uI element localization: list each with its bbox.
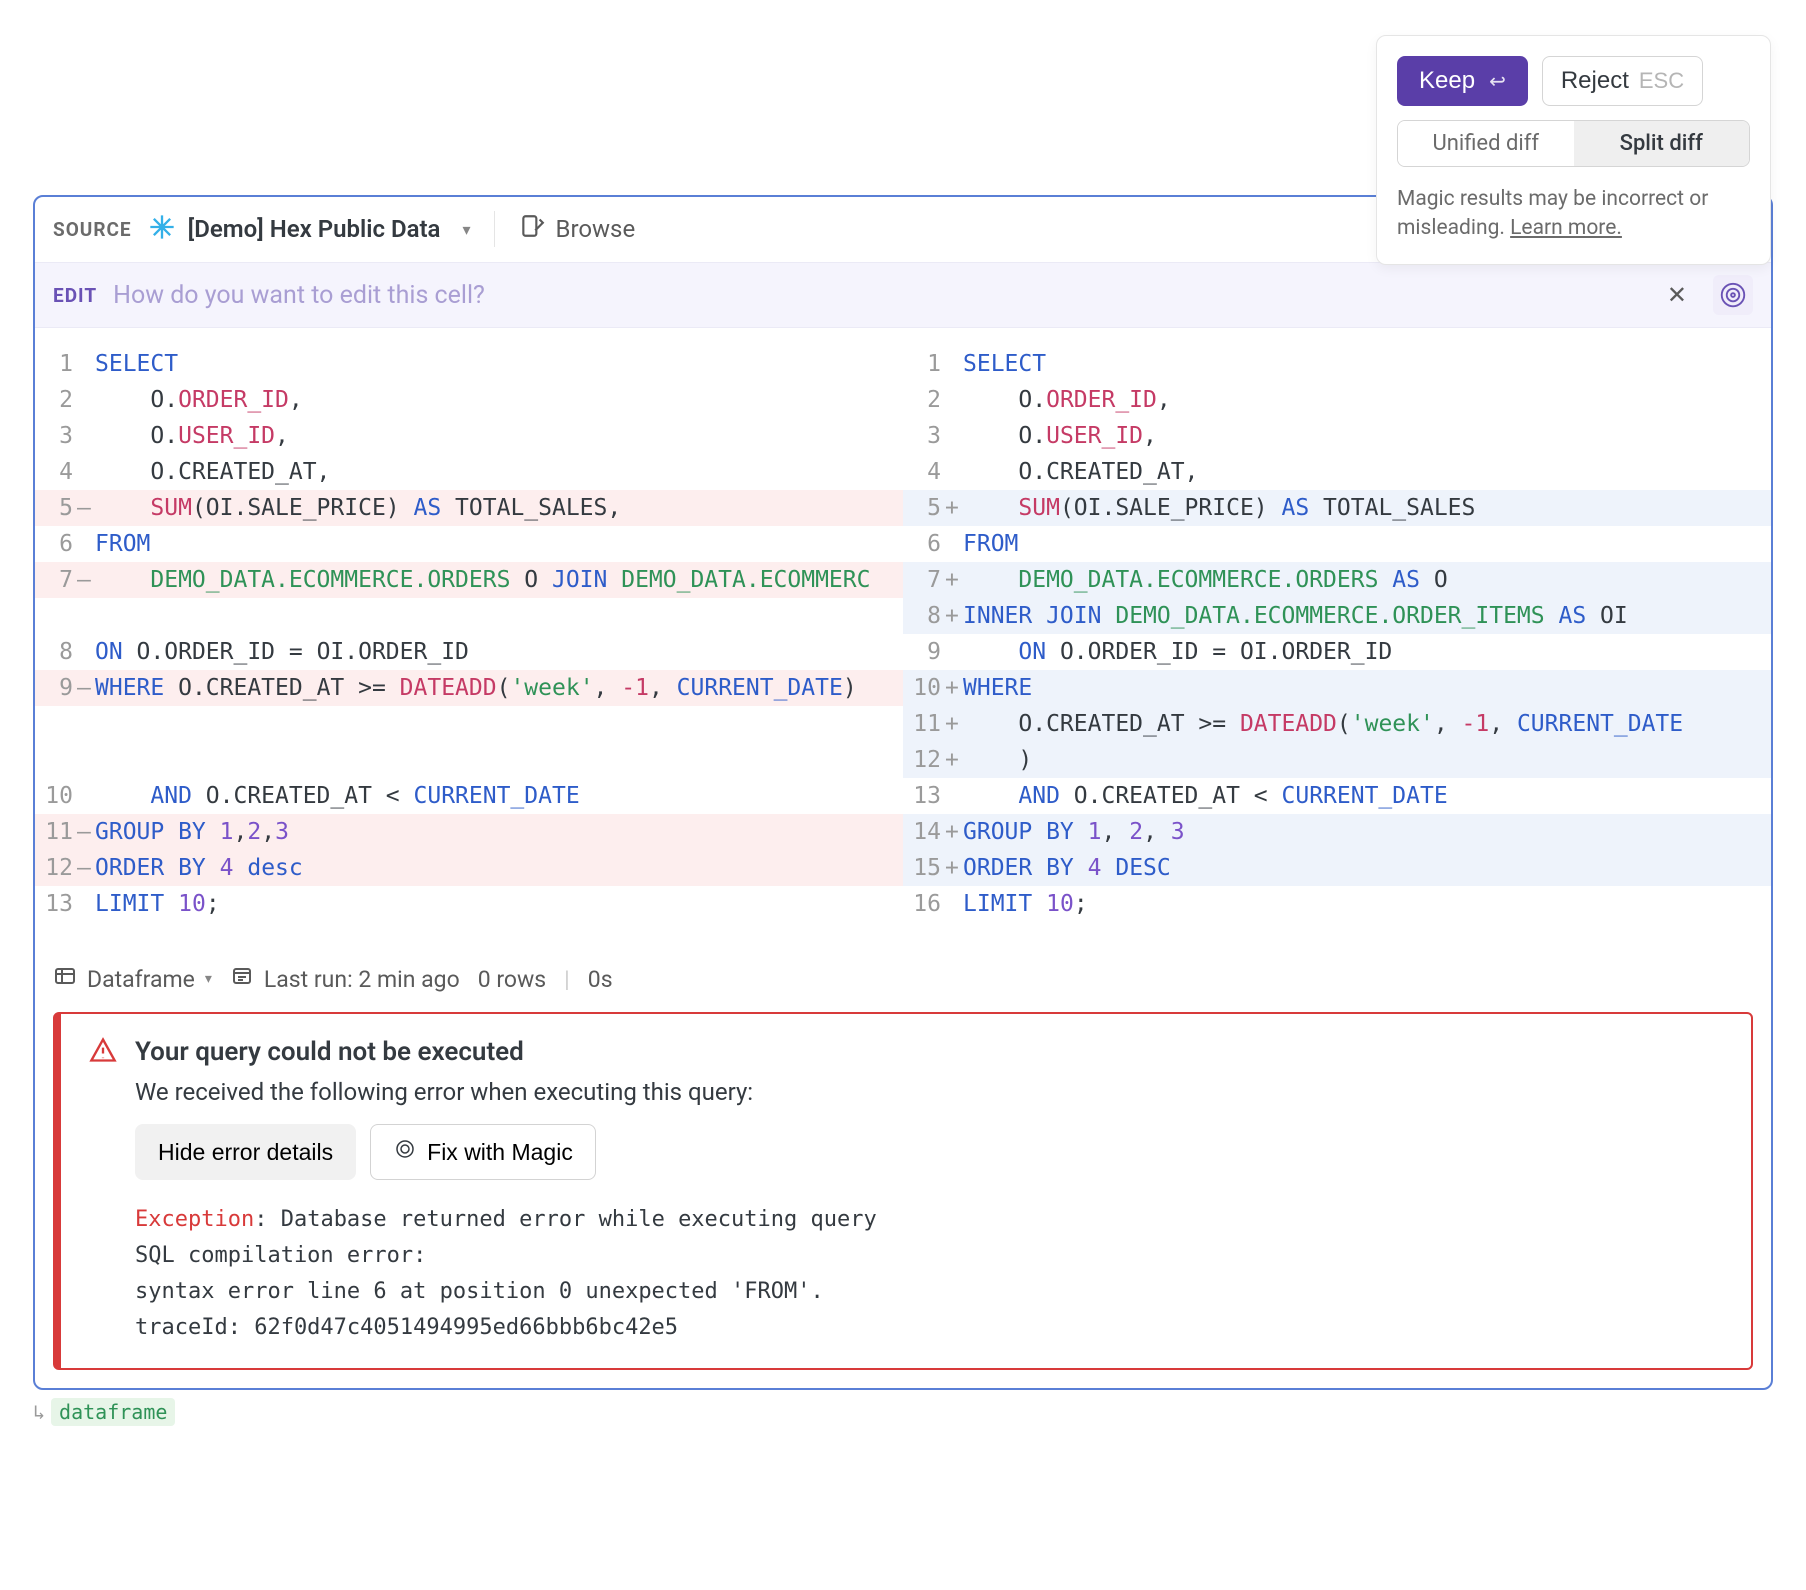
magic-disclaimer: Magic results may be incorrect or mislea… bbox=[1397, 185, 1750, 244]
keep-button[interactable]: Keep ↩ bbox=[1397, 56, 1528, 106]
code-line[interactable]: 2 O.ORDER_ID, bbox=[35, 382, 903, 418]
rows-count: 0 rows bbox=[478, 966, 546, 993]
diff-right-pane[interactable]: 1SELECT2 O.ORDER_ID,3 O.USER_ID,4 O.CREA… bbox=[903, 346, 1771, 922]
code-line[interactable]: 11–GROUP BY 1,2,3 bbox=[35, 814, 903, 850]
code-line[interactable]: 14+GROUP BY 1, 2, 3 bbox=[903, 814, 1771, 850]
code-line[interactable]: 9 ON O.ORDER_ID = OI.ORDER_ID bbox=[903, 634, 1771, 670]
code-line[interactable]: 3 O.USER_ID, bbox=[35, 418, 903, 454]
error-subtitle: We received the following error when exe… bbox=[135, 1078, 1723, 1106]
snowflake-icon bbox=[148, 213, 176, 245]
esc-key-hint: ESC bbox=[1639, 68, 1684, 94]
browse-icon bbox=[519, 213, 545, 245]
code-line[interactable] bbox=[35, 706, 903, 742]
code-line[interactable]: 5– SUM(OI.SALE_PRICE) AS TOTAL_SALES, bbox=[35, 490, 903, 526]
code-line[interactable]: 6FROM bbox=[35, 526, 903, 562]
code-line[interactable]: 10 AND O.CREATED_AT < CURRENT_DATE bbox=[35, 778, 903, 814]
dataframe-icon bbox=[53, 964, 77, 994]
code-line[interactable]: 1SELECT bbox=[903, 346, 1771, 382]
code-line[interactable]: 13 AND O.CREATED_AT < CURRENT_DATE bbox=[903, 778, 1771, 814]
error-title: Your query could not be executed bbox=[135, 1037, 524, 1067]
unified-diff-tab[interactable]: Unified diff bbox=[1398, 121, 1574, 166]
magic-icon[interactable] bbox=[1713, 275, 1753, 315]
last-run-text: Last run: 2 min ago bbox=[264, 966, 460, 993]
fix-label: Fix with Magic bbox=[427, 1139, 573, 1166]
output-reference: ↳ dataframe bbox=[33, 1398, 175, 1426]
divider bbox=[494, 211, 495, 247]
diff-actions-popup: Keep ↩ Reject ESC Unified diff Split dif… bbox=[1376, 35, 1771, 265]
close-icon[interactable]: ✕ bbox=[1657, 281, 1697, 309]
chevron-down-icon[interactable]: ▾ bbox=[462, 220, 470, 239]
output-arrow-icon: ↳ bbox=[33, 1400, 45, 1424]
output-variable-badge[interactable]: dataframe bbox=[51, 1398, 175, 1426]
source-name[interactable]: [Demo] Hex Public Data bbox=[188, 215, 441, 243]
sql-cell: SOURCE [Demo] Hex Public Data ▾ Browse E… bbox=[33, 195, 1773, 1390]
reject-button[interactable]: Reject ESC bbox=[1542, 56, 1703, 106]
code-line[interactable]: 15+ORDER BY 4 DESC bbox=[903, 850, 1771, 886]
learn-more-link[interactable]: Learn more. bbox=[1510, 216, 1622, 240]
exec-time: 0s bbox=[588, 966, 613, 993]
fix-with-magic-button[interactable]: Fix with Magic bbox=[370, 1124, 596, 1180]
code-line[interactable]: 11+ O.CREATED_AT >= DATEADD('week', -1, … bbox=[903, 706, 1771, 742]
magic-edit-bar: EDIT How do you want to edit this cell? … bbox=[35, 262, 1771, 328]
magic-fix-icon bbox=[393, 1137, 417, 1167]
cell-status-bar: Dataframe ▾ Last run: 2 min ago 0 rows |… bbox=[35, 952, 1771, 1012]
code-line[interactable]: 10+WHERE bbox=[903, 670, 1771, 706]
code-line[interactable]: 12–ORDER BY 4 desc bbox=[35, 850, 903, 886]
code-line[interactable] bbox=[35, 742, 903, 778]
hide-error-button[interactable]: Hide error details bbox=[135, 1124, 356, 1180]
diff-view-toggle: Unified diff Split diff bbox=[1397, 120, 1750, 167]
browse-button[interactable]: Browse bbox=[519, 213, 635, 245]
code-line[interactable]: 1SELECT bbox=[35, 346, 903, 382]
source-label: SOURCE bbox=[53, 218, 132, 241]
browse-label: Browse bbox=[555, 215, 635, 243]
code-line[interactable]: 8ON O.ORDER_ID = OI.ORDER_ID bbox=[35, 634, 903, 670]
edit-input[interactable]: How do you want to edit this cell? bbox=[113, 281, 1641, 310]
code-line[interactable]: 7– DEMO_DATA.ECOMMERCE.ORDERS O JOIN DEM… bbox=[35, 562, 903, 598]
dataframe-label: Dataframe bbox=[87, 966, 195, 993]
keep-label: Keep bbox=[1419, 67, 1475, 95]
reject-label: Reject bbox=[1561, 67, 1629, 95]
code-line[interactable]: 8+INNER JOIN DEMO_DATA.ECOMMERCE.ORDER_I… bbox=[903, 598, 1771, 634]
split-diff-tab[interactable]: Split diff bbox=[1574, 121, 1750, 166]
code-line[interactable]: 13LIMIT 10; bbox=[35, 886, 903, 922]
code-line[interactable]: 9–WHERE O.CREATED_AT >= DATEADD('week', … bbox=[35, 670, 903, 706]
code-line[interactable]: 3 O.USER_ID, bbox=[903, 418, 1771, 454]
code-line[interactable]: 5+ SUM(OI.SALE_PRICE) AS TOTAL_SALES bbox=[903, 490, 1771, 526]
error-trace: Exception: Database returned error while… bbox=[135, 1202, 1723, 1346]
diff-left-pane[interactable]: 1SELECT2 O.ORDER_ID,3 O.USER_ID,4 O.CREA… bbox=[35, 346, 903, 922]
code-line[interactable] bbox=[35, 598, 903, 634]
code-line[interactable]: 7+ DEMO_DATA.ECOMMERCE.ORDERS AS O bbox=[903, 562, 1771, 598]
last-run-info: Last run: 2 min ago bbox=[230, 964, 460, 994]
chevron-down-icon: ▾ bbox=[205, 971, 212, 987]
code-line[interactable]: 6FROM bbox=[903, 526, 1771, 562]
dataframe-dropdown[interactable]: Dataframe ▾ bbox=[53, 964, 212, 994]
error-box: Your query could not be executed We rece… bbox=[53, 1012, 1753, 1370]
separator: | bbox=[564, 966, 570, 993]
code-line[interactable]: 12+ ) bbox=[903, 742, 1771, 778]
warning-icon bbox=[89, 1036, 117, 1068]
code-line[interactable]: 4 O.CREATED_AT, bbox=[903, 454, 1771, 490]
history-icon bbox=[230, 964, 254, 994]
code-line[interactable]: 16LIMIT 10; bbox=[903, 886, 1771, 922]
code-line[interactable]: 2 O.ORDER_ID, bbox=[903, 382, 1771, 418]
enter-key-icon: ↩ bbox=[1489, 69, 1506, 94]
code-line[interactable]: 4 O.CREATED_AT, bbox=[35, 454, 903, 490]
edit-label: EDIT bbox=[53, 284, 97, 307]
split-diff-view: 1SELECT2 O.ORDER_ID,3 O.USER_ID,4 O.CREA… bbox=[35, 328, 1771, 952]
